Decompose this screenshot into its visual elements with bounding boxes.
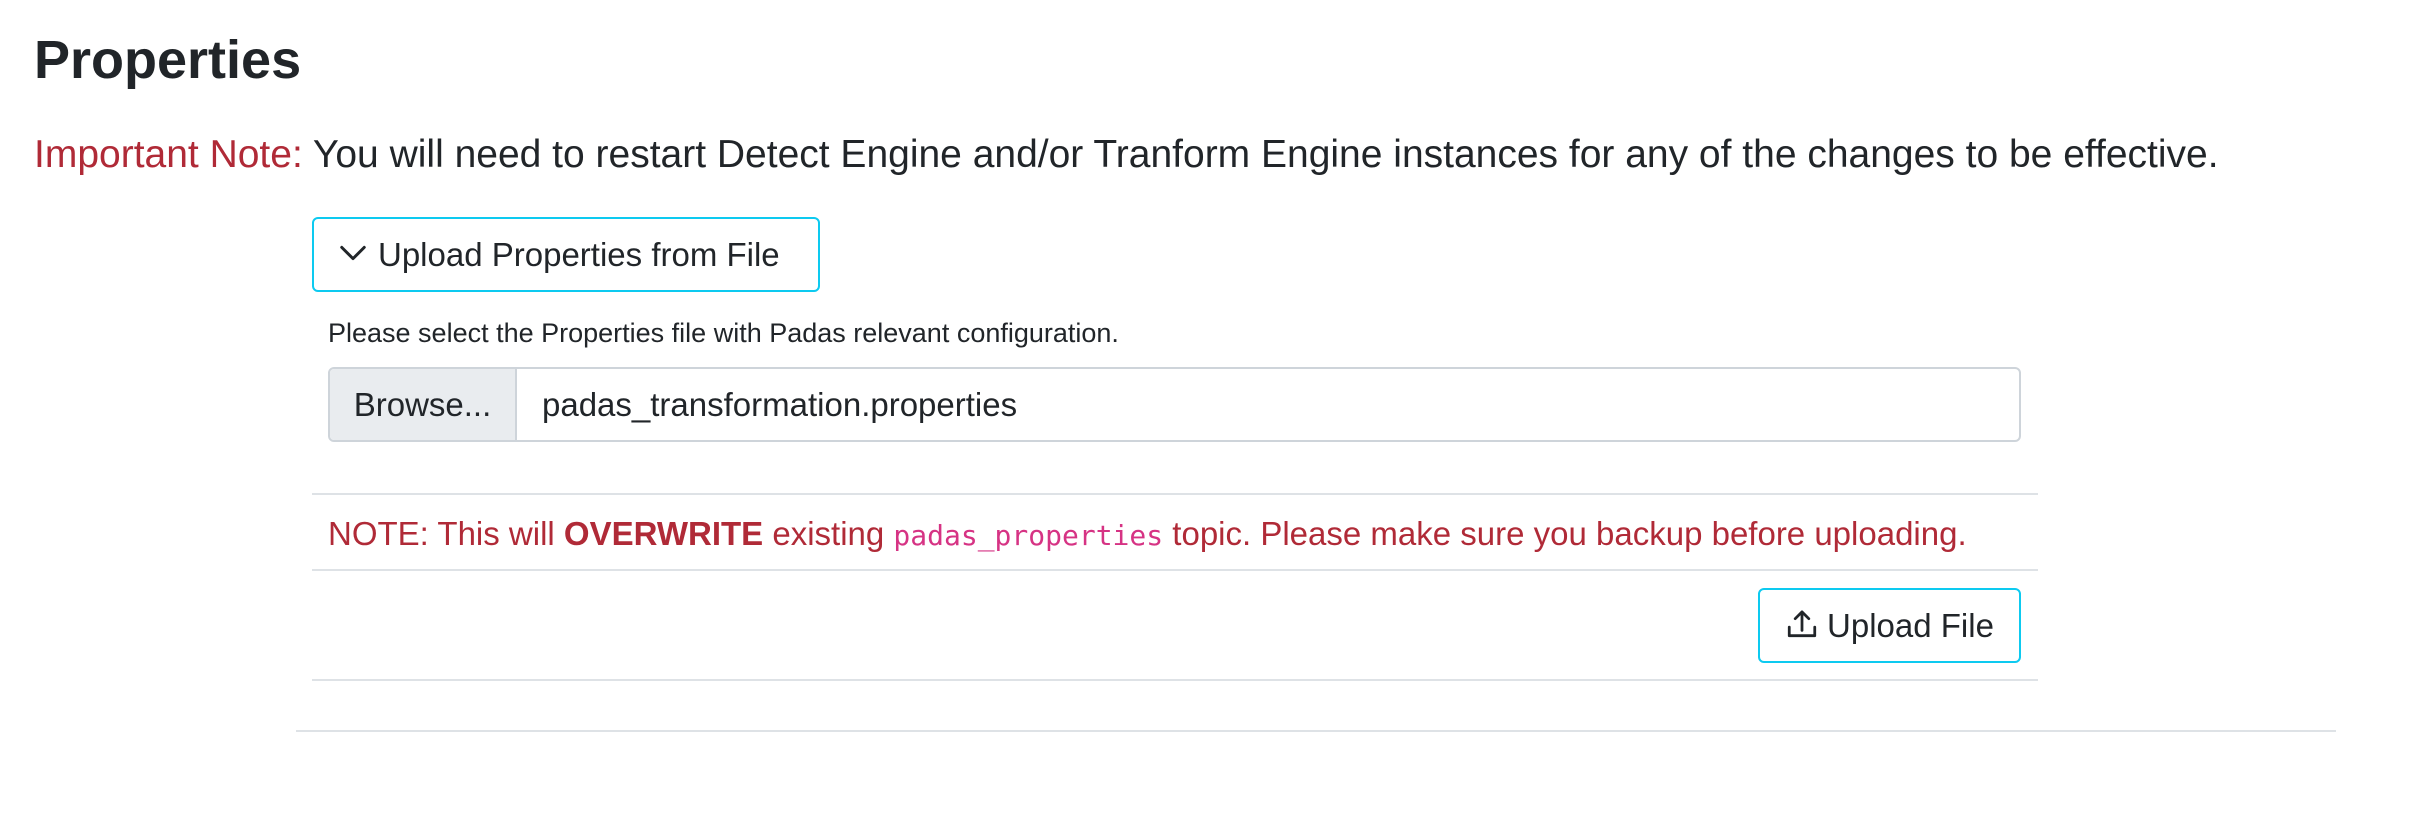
page-title: Properties	[34, 30, 302, 90]
warning-suffix: topic. Please make sure you backup befor…	[1163, 515, 1967, 552]
upload-icon	[1787, 610, 1817, 637]
footer-top-divider	[312, 493, 2038, 495]
properties-file-input[interactable]: Browse... padas_transformation.propertie…	[328, 367, 2021, 442]
footer-middle-divider	[312, 569, 2038, 571]
footer-bottom-divider	[312, 679, 2038, 681]
section-divider	[296, 730, 2336, 732]
important-note-label: Important Note:	[34, 133, 303, 176]
file-helper-text: Please select the Properties file with P…	[328, 318, 1119, 348]
upload-footer: NOTE: This will OVERWRITE existing padas…	[312, 493, 2038, 681]
chevron-down-icon	[340, 245, 366, 260]
upload-file-button-label: Upload File	[1827, 606, 1994, 644]
selected-file-name[interactable]: padas_transformation.properties	[517, 369, 2019, 440]
warning-middle: existing	[763, 515, 894, 552]
upload-properties-toggle-button[interactable]: Upload Properties from File	[312, 217, 820, 292]
warning-emphasis: OVERWRITE	[563, 515, 764, 552]
topic-name-code: padas_properties	[893, 519, 1164, 552]
upload-file-button[interactable]: Upload File	[1758, 588, 2021, 663]
browse-button[interactable]: Browse...	[330, 369, 517, 440]
upload-properties-toggle-label: Upload Properties from File	[378, 235, 780, 273]
important-note-text: You will need to restart Detect Engine a…	[302, 133, 2219, 176]
warning-prefix: NOTE: This will	[328, 515, 564, 552]
overwrite-warning: NOTE: This will OVERWRITE existing padas…	[328, 511, 1967, 559]
important-note: Important Note: You will need to restart…	[34, 128, 2219, 182]
